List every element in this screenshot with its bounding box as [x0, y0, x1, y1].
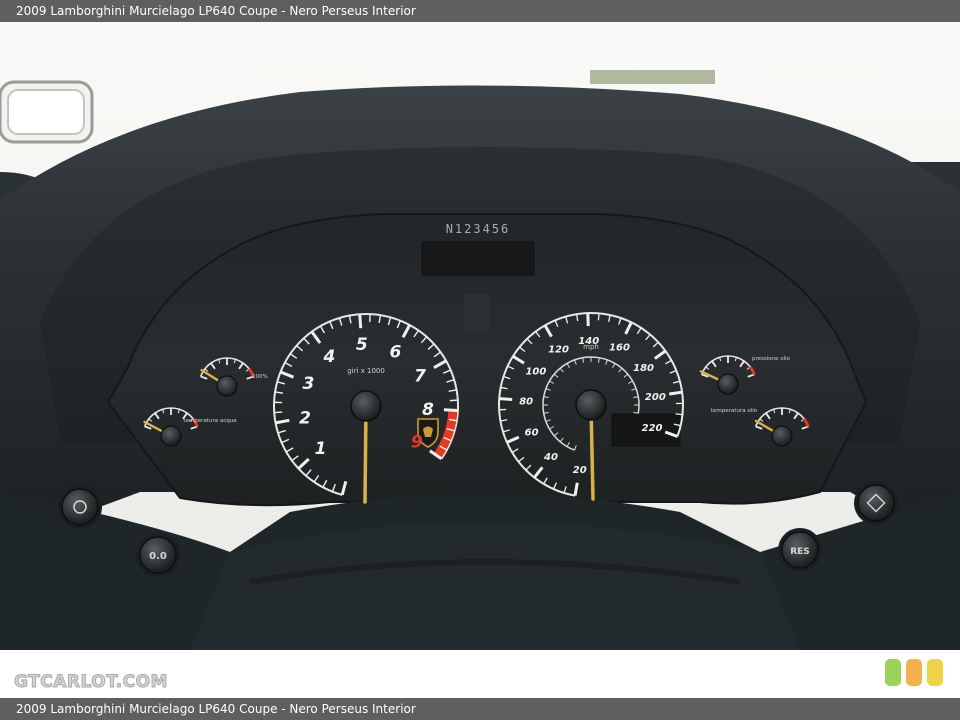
reset-glyph-icon: 0.0 — [149, 551, 167, 562]
tachometer-minor-tick — [449, 399, 458, 402]
oil-pressure-gauge-hub — [717, 373, 739, 395]
tachometer-label: 9 — [411, 433, 423, 453]
page-title: 2009 Lamborghini Murcielago LP640 Coupe … — [0, 0, 960, 22]
speedometer-hub — [575, 389, 607, 421]
tachometer-label: 6 — [390, 342, 402, 362]
tachometer-label: 4 — [323, 347, 336, 367]
oil-temperature-gauge-hub — [771, 425, 793, 447]
instrument-cluster-image: N123456 12345 6789giri x 1000204060801001… — [0, 22, 960, 650]
tachometer-label: 3 — [302, 374, 314, 394]
tachometer-label: 8 — [422, 400, 434, 420]
tachometer-label: 2 — [299, 408, 311, 428]
tachometer-label: 7 — [414, 367, 426, 387]
side-mirror — [0, 80, 94, 144]
speedometer-label: 120 — [548, 345, 569, 356]
tree-background — [590, 70, 715, 84]
speedometer-minor-tick — [597, 313, 600, 321]
dashboard-photo: N123456 1 2 3 4 5 6 7 8 9 giri x 1000 20 40 60 80 100 1… — [0, 22, 960, 650]
fuel-gauge-hub — [216, 375, 238, 397]
tachometer-label: 1 — [315, 439, 327, 459]
speedometer-label: 80 — [519, 396, 533, 407]
top-lcd-display — [421, 241, 535, 276]
rating-badge-green — [885, 659, 901, 686]
footer-bar: GTCARLOT.COM — [0, 650, 960, 698]
tachometer-hub — [350, 390, 382, 422]
site-logo: GTCARLOT.COM — [14, 672, 168, 693]
speedometer-label: 220 — [642, 423, 663, 434]
tachometer-label: 5 — [356, 335, 368, 355]
oil-temperature-gauge-caption: temperatura olio — [711, 408, 758, 414]
speedometer-label: 180 — [633, 363, 654, 374]
speedometer-major-tick — [669, 390, 683, 396]
water-temperature-gauge-hub — [160, 425, 182, 447]
speedometer-label: 40 — [543, 452, 558, 463]
water-temperature-gauge-caption: temperatura acqua — [183, 418, 236, 424]
odometer-serial: N123456 — [446, 222, 511, 236]
oil-pressure-gauge-caption: pressione olio — [752, 356, 791, 362]
tachometer-major-tick — [358, 314, 363, 329]
rating-badge-yellow — [927, 659, 943, 686]
door-lock-button[interactable] — [58, 485, 102, 529]
speedometer-minor-tick — [675, 413, 683, 416]
odometer-reset-button[interactable]: 0.0 — [136, 533, 180, 577]
rating-badge-orange — [906, 659, 922, 686]
tachometer-unit-label: giri x 1000 — [347, 367, 385, 375]
speedometer-label: 100 — [525, 367, 546, 378]
tachometer-major-tick — [443, 408, 458, 412]
res-glyph-icon: RES — [790, 547, 810, 557]
speedometer-label: 160 — [609, 343, 630, 354]
reset-button[interactable]: RES — [778, 528, 822, 572]
speedometer-label: 60 — [525, 427, 539, 438]
speedometer-major-tick — [499, 397, 513, 401]
page-caption: 2009 Lamborghini Murcielago LP640 Coupe … — [0, 698, 960, 720]
speedometer-label: 20 — [573, 465, 587, 476]
warning-light-cluster — [464, 294, 490, 330]
speedometer-label: 200 — [645, 392, 666, 403]
fuel-gauge-caption: 100% — [252, 374, 268, 380]
speedometer-unit-label: mph — [583, 343, 599, 351]
tachometer-minor-tick — [274, 411, 283, 414]
hazard-button[interactable] — [854, 481, 898, 525]
